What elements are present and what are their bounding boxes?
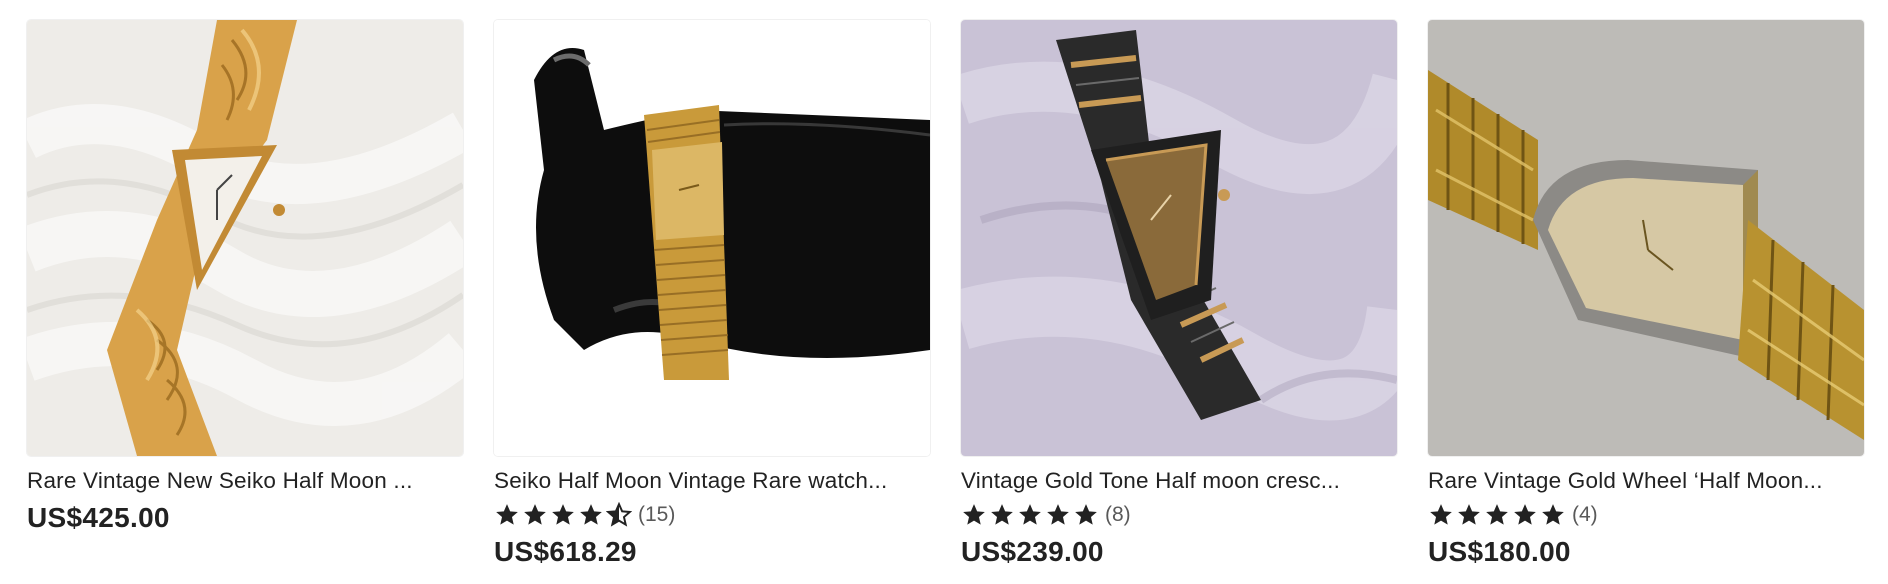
star-full-icon — [1486, 504, 1508, 525]
listing-card-4[interactable]: Rare Vintage Gold Wheel ‘Half Moon... (4… — [1428, 20, 1864, 568]
star-full-icon — [1542, 504, 1564, 525]
listing-title-3[interactable]: Vintage Gold Tone Half moon cresc... — [961, 466, 1397, 496]
star-full-icon — [991, 504, 1013, 525]
listing-image-3[interactable] — [961, 20, 1397, 456]
star-half-icon — [606, 502, 632, 527]
rating-count-2: (15) — [638, 503, 676, 526]
star-full-icon — [580, 504, 602, 525]
star-full-icon — [496, 504, 518, 525]
star-full-icon — [1514, 504, 1536, 525]
listing-rating-4: (4) — [1428, 500, 1864, 530]
star-full-icon — [524, 504, 546, 525]
star-full-icon — [552, 504, 574, 525]
watch-photo-3 — [961, 20, 1397, 456]
listing-image-2[interactable] — [494, 20, 930, 456]
watch-photo-4 — [1428, 20, 1864, 456]
rating-stars-3 — [961, 502, 1099, 528]
listing-card-1[interactable]: Rare Vintage New Seiko Half Moon ... US$… — [27, 20, 463, 534]
star-full-icon — [1430, 504, 1452, 525]
listing-card-3[interactable]: Vintage Gold Tone Half moon cresc... (8)… — [961, 20, 1397, 568]
listing-price-1: US$425.00 — [27, 502, 170, 533]
listing-grid: Rare Vintage New Seiko Half Moon ... US$… — [0, 0, 1888, 584]
rating-count-4: (4) — [1572, 503, 1598, 526]
listing-image-1[interactable] — [27, 20, 463, 456]
star-full-icon — [1047, 504, 1069, 525]
star-full-icon — [1019, 504, 1041, 525]
rating-stars-4 — [1428, 502, 1566, 528]
watch-photo-2 — [494, 20, 930, 456]
listing-rating-2: (15) — [494, 500, 930, 530]
listing-title-4[interactable]: Rare Vintage Gold Wheel ‘Half Moon... — [1428, 466, 1864, 496]
listing-card-2[interactable]: Seiko Half Moon Vintage Rare watch... (1… — [494, 20, 930, 568]
star-full-icon — [1458, 504, 1480, 525]
star-full-icon — [1075, 504, 1097, 525]
listing-title-1[interactable]: Rare Vintage New Seiko Half Moon ... — [27, 466, 463, 496]
rating-count-3: (8) — [1105, 503, 1131, 526]
star-full-icon — [963, 504, 985, 525]
listing-price-3: US$239.00 — [961, 536, 1104, 567]
listing-image-4[interactable] — [1428, 20, 1864, 456]
listing-rating-3: (8) — [961, 500, 1397, 530]
listing-price-2: US$618.29 — [494, 536, 637, 567]
listing-title-2[interactable]: Seiko Half Moon Vintage Rare watch... — [494, 466, 930, 496]
listing-price-4: US$180.00 — [1428, 536, 1571, 567]
watch-photo-1 — [27, 20, 463, 456]
rating-stars-2 — [494, 502, 632, 528]
